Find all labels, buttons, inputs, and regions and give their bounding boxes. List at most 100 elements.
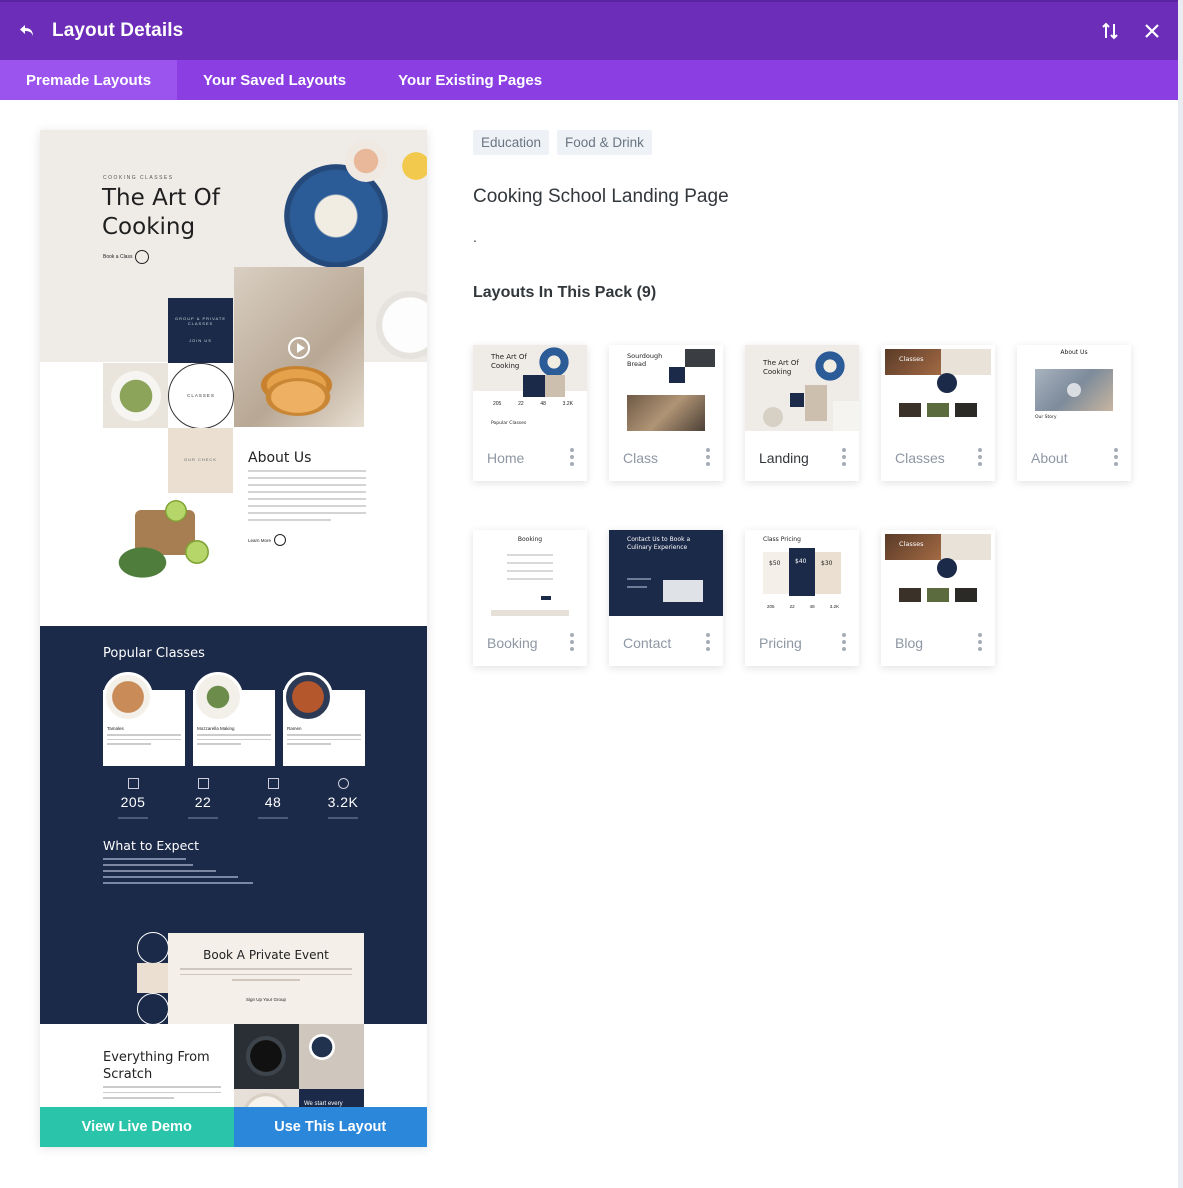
thumb-preview: Class Pricing $50 $40 $30 205 22 48 3.2K xyxy=(745,530,859,616)
preview-stats: 205 22 48 3.2K xyxy=(103,778,373,819)
layouts-heading: Layouts In This Pack (9) xyxy=(473,284,657,301)
layout-label: Class xyxy=(623,450,659,466)
preview-signup-label: Sign Up Your Group xyxy=(245,997,287,1002)
preview-learn-more: Learn More xyxy=(248,534,287,546)
preview-chef-label: OUR CHECK xyxy=(183,457,217,462)
arrow-circle-icon xyxy=(135,250,150,264)
white-plate-image xyxy=(375,290,427,360)
preview-salad-photo xyxy=(103,363,168,428)
thumb-preview: The Art Of Cooking 205 22 48 3.2K Popula… xyxy=(473,345,587,431)
tag-education[interactable]: Education xyxy=(473,130,550,155)
layout-label: Booking xyxy=(487,635,538,651)
preview-group-box: GROUP & PRIVATE CLASSES JOIN US xyxy=(168,298,233,363)
preview-group-label: GROUP & PRIVATE CLASSES xyxy=(174,316,226,326)
more-options-icon[interactable] xyxy=(841,633,847,651)
preview-stat-value: 48 xyxy=(264,794,282,810)
layout-thumb-blog[interactable]: Classes Blog xyxy=(881,530,995,666)
thumb-preview: Sourdough Bread xyxy=(609,345,723,431)
preview-class-card: Mozzarella Making xyxy=(193,672,275,766)
thumb-subtitle: Our Story xyxy=(1035,415,1057,420)
layout-label: Pricing xyxy=(759,635,802,651)
thumb-stat: 205 xyxy=(493,401,502,407)
thumb-stats: 205 22 48 3.2K xyxy=(493,401,573,407)
thumb-stat: 48 xyxy=(809,604,815,609)
layout-label: Landing xyxy=(759,450,809,466)
thumb-stat: 22 xyxy=(789,604,795,609)
layout-thumb-class[interactable]: Sourdough Bread Class xyxy=(609,345,723,481)
tab-existing-pages[interactable]: Your Existing Pages xyxy=(372,60,568,100)
more-options-icon[interactable] xyxy=(977,633,983,651)
menu-icon xyxy=(267,778,279,789)
more-options-icon[interactable] xyxy=(569,448,575,466)
thumb-price: $40 xyxy=(795,558,807,565)
thumb-title: The Art Of Cooking xyxy=(763,359,799,376)
preview-popular-title: Popular Classes xyxy=(103,646,205,661)
preview-card-title: Tamales xyxy=(107,726,124,731)
layout-description: . xyxy=(473,229,477,245)
preview-book-button: Book a Class xyxy=(103,250,150,264)
calendar-icon xyxy=(127,778,139,789)
preview-event-box: Book A Private Event Sign Up Your Group xyxy=(168,933,364,1024)
thumb-title: Booking xyxy=(517,536,543,543)
more-options-icon[interactable] xyxy=(705,633,711,651)
modal-header: Layout Details xyxy=(0,0,1178,60)
layout-thumb-about[interactable]: About Us Our Story About xyxy=(1017,345,1131,481)
thumb-preview: Classes xyxy=(881,345,995,431)
layout-details-modal: Layout Details Premade Layouts Your Save… xyxy=(0,0,1178,1188)
thumb-stat: 48 xyxy=(540,401,546,407)
layout-thumb-classes[interactable]: Classes Classes xyxy=(881,345,995,481)
preview-stat-value: 205 xyxy=(120,794,146,810)
preview-hero-title: The Art Of Cooking xyxy=(102,185,220,240)
layout-preview: COOKING CLASSES The Art Of Cooking Book … xyxy=(40,130,427,1146)
preview-class-card: Tamales xyxy=(103,672,185,766)
preview-herbs-photo xyxy=(95,480,235,610)
preview-stat: 22 xyxy=(173,778,233,819)
preview-stat: 3.2K xyxy=(313,778,373,819)
layout-label: Classes xyxy=(895,450,945,466)
thumb-preview: Booking xyxy=(473,530,587,616)
preview-stat-value: 22 xyxy=(194,794,212,810)
layout-thumb-pricing[interactable]: Class Pricing $50 $40 $30 205 22 48 3.2K… xyxy=(745,530,859,666)
close-icon[interactable] xyxy=(1142,21,1162,41)
thumb-preview: Contact Us to Book a Culinary Experience xyxy=(609,530,723,616)
more-options-icon[interactable] xyxy=(1113,448,1119,466)
thumb-title: Contact Us to Book a Culinary Experience xyxy=(627,536,691,551)
sort-arrows-icon[interactable] xyxy=(1100,21,1120,41)
preview-navy-section: Popular Classes Tamales Mozzarella Makin… xyxy=(40,626,427,1025)
thumb-title: Classes xyxy=(899,540,924,548)
layout-thumb-landing[interactable]: The Art Of Cooking Landing xyxy=(745,345,859,481)
thumb-stat: 3.2K xyxy=(829,604,839,609)
more-options-icon[interactable] xyxy=(569,633,575,651)
layout-thumb-booking[interactable]: Booking Booking xyxy=(473,530,587,666)
preview-scratch-title: Everything From Scratch xyxy=(103,1050,210,1082)
preview-beige-block xyxy=(137,963,168,993)
thumb-title: About Us xyxy=(1060,349,1088,356)
layout-thumb-contact[interactable]: Contact Us to Book a Culinary Experience… xyxy=(609,530,723,666)
preview-event-title: Book A Private Event xyxy=(203,948,329,962)
layout-thumb-home[interactable]: The Art Of Cooking 205 22 48 3.2K Popula… xyxy=(473,345,587,481)
undo-arrow-icon[interactable] xyxy=(16,20,38,42)
more-options-icon[interactable] xyxy=(841,448,847,466)
layout-title: Cooking School Landing Page xyxy=(473,186,729,207)
tag-food-drink[interactable]: Food & Drink xyxy=(557,130,652,155)
thumb-preview: Classes xyxy=(881,530,995,616)
preview-kicker: COOKING CLASSES xyxy=(103,175,174,181)
use-this-layout-button[interactable]: Use This Layout xyxy=(233,1107,427,1147)
layout-label: Contact xyxy=(623,635,672,651)
screen-icon xyxy=(197,778,209,789)
more-options-icon[interactable] xyxy=(705,448,711,466)
preview-classes-label: CLASSES xyxy=(187,393,215,398)
play-icon xyxy=(288,337,310,359)
more-options-icon[interactable] xyxy=(977,448,983,466)
view-live-demo-button[interactable]: View Live Demo xyxy=(40,1107,234,1147)
preview-stat-value: 3.2K xyxy=(327,794,359,810)
category-tags: Education Food & Drink xyxy=(473,130,652,155)
preview-class-card: Ramen xyxy=(283,672,365,766)
thumb-title: Sourdough Bread xyxy=(627,352,663,368)
preview-actions: View Live Demo Use This Layout xyxy=(40,1107,427,1147)
tab-premade-layouts[interactable]: Premade Layouts xyxy=(0,60,178,100)
tab-saved-layouts[interactable]: Your Saved Layouts xyxy=(177,60,372,100)
preview-join-label: JOIN US xyxy=(189,338,212,343)
preview-card-title: Mozzarella Making xyxy=(197,726,235,731)
thumb-stat: 22 xyxy=(518,401,524,407)
